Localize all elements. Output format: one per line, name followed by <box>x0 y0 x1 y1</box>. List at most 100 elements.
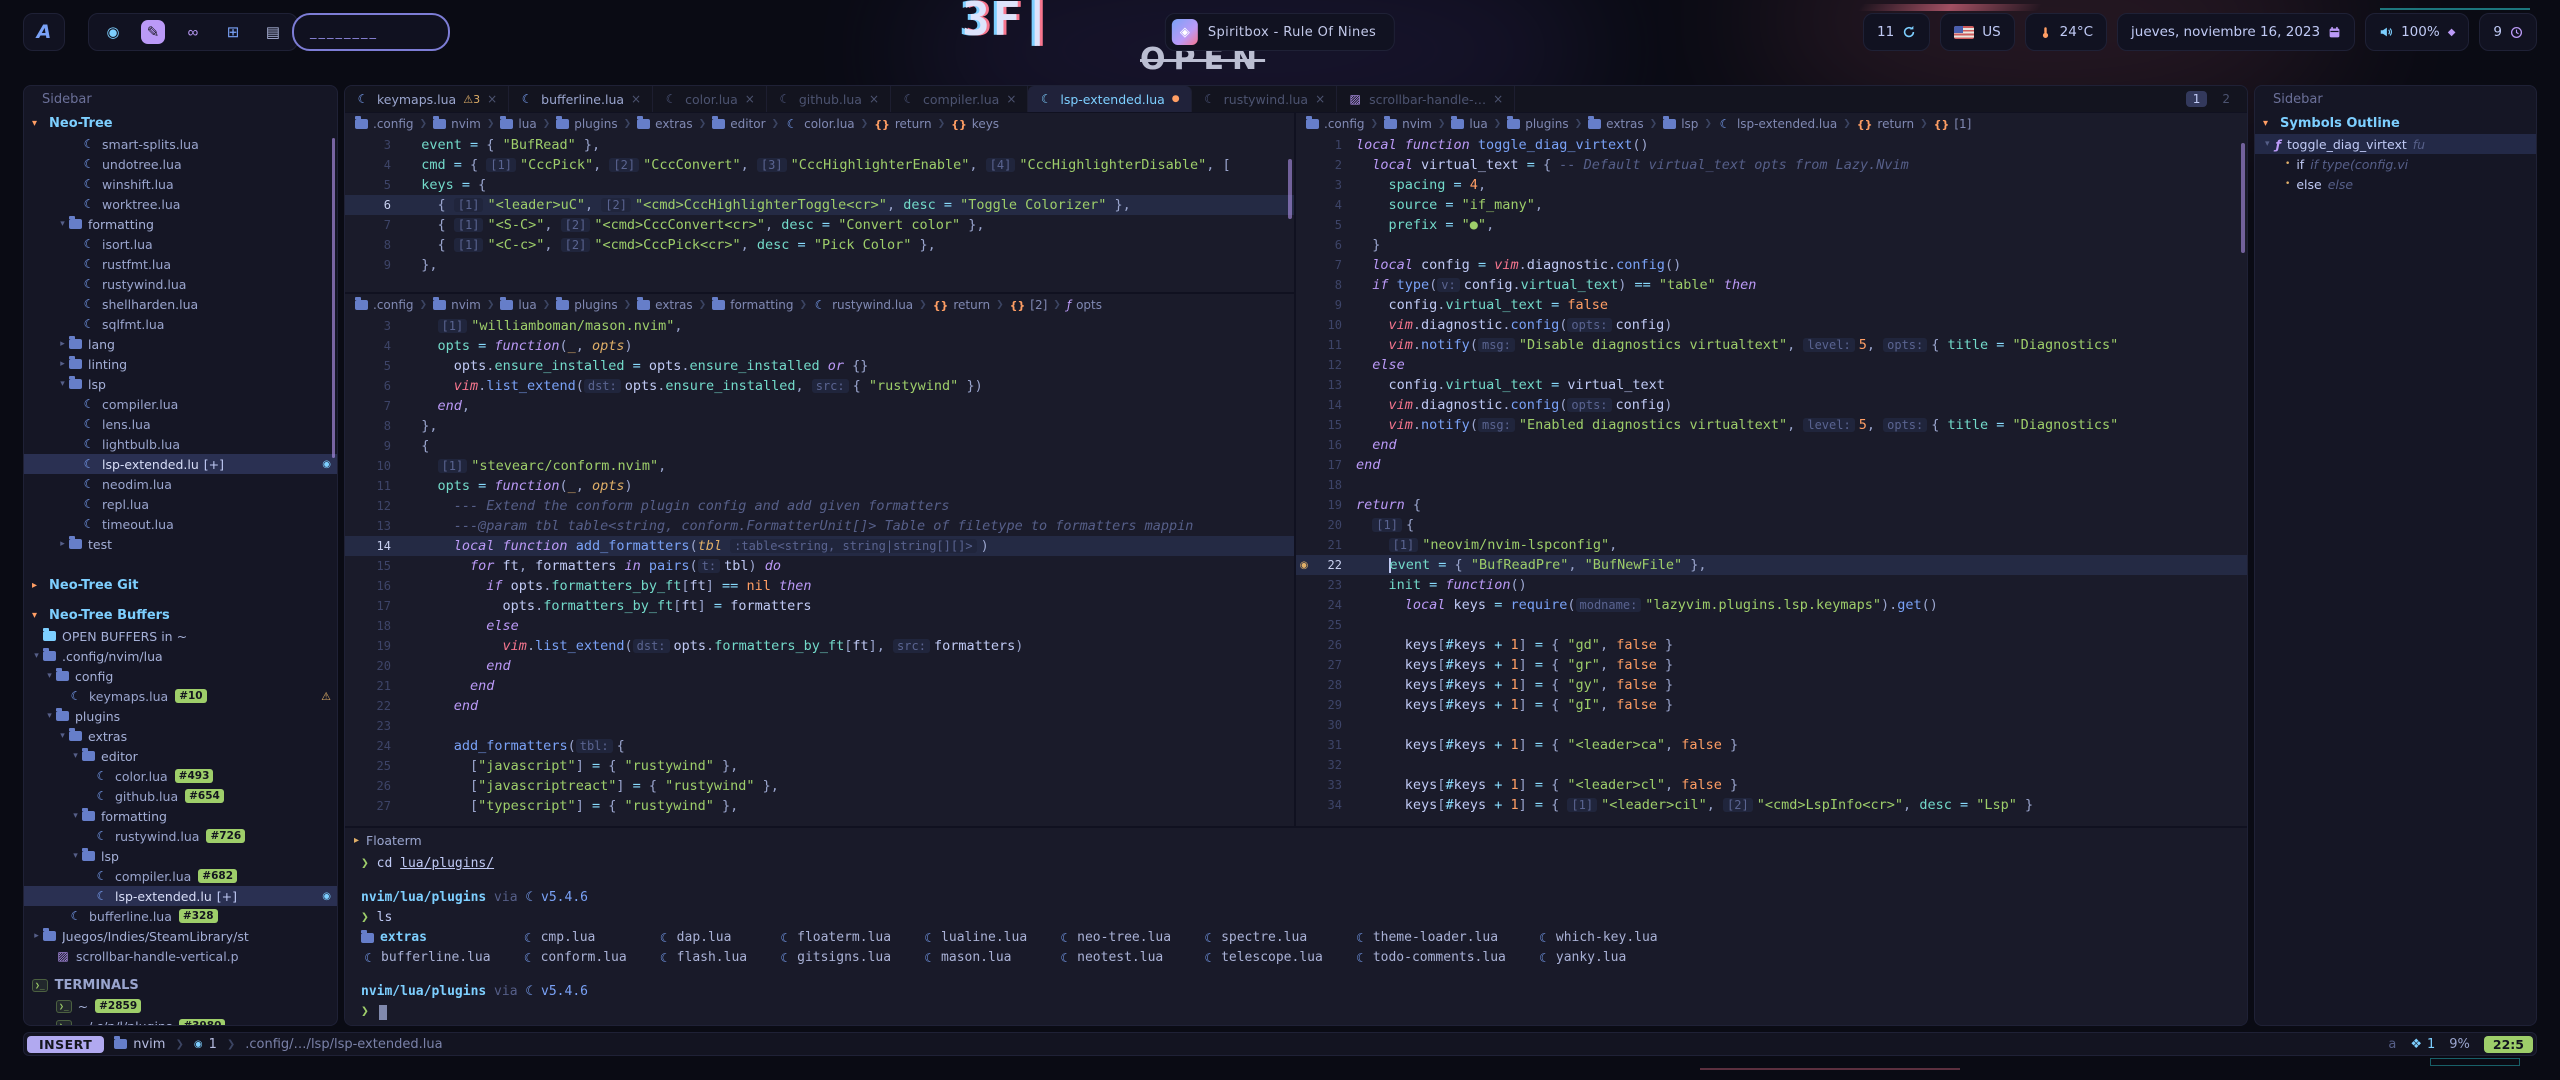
breadcrumb-return[interactable]: {}return <box>933 298 990 312</box>
file-button[interactable]: ▤ <box>261 20 285 44</box>
floaterm-header[interactable]: ▸ Floaterm <box>345 828 2247 852</box>
code-line-25[interactable]: 25 ["javascript"] = { "rustywind" }, <box>345 756 1294 776</box>
symbol-toggle-diag-virtext[interactable]: ▾ƒtoggle_diag_virtextfu <box>2255 134 2536 154</box>
code-line-8[interactable]: 8 if type(v:config.virtual_text) == "tab… <box>1296 275 2247 295</box>
code-line-33[interactable]: 33 keys[#keys + 1] = { "<leader>cl", fal… <box>1296 775 2247 795</box>
close-icon[interactable]: × <box>869 92 879 106</box>
link-button[interactable]: ∞ <box>181 20 205 44</box>
record-button[interactable]: ◉ <box>101 20 125 44</box>
breadcrumb-lua[interactable]: lua <box>1451 117 1487 131</box>
buffer-item-rustywind-lua[interactable]: ☾rustywind.lua#726 <box>24 826 337 846</box>
close-icon[interactable]: × <box>745 92 755 106</box>
launcher-button[interactable]: A <box>23 13 65 51</box>
pane-scrollbar[interactable] <box>1288 159 1292 219</box>
code-line-20[interactable]: 20 [1]{ <box>1296 515 2247 535</box>
breadcrumb-config[interactable]: .config <box>1306 117 1365 131</box>
code-line-4[interactable]: 4 source = "if_many", <box>1296 195 2247 215</box>
neotree-git-section-header[interactable]: ▸ Neo-Tree Git <box>24 574 337 596</box>
tree-item-worktree-lua[interactable]: ☾worktree.lua <box>24 194 337 214</box>
tab-keymaps-lua[interactable]: ☾keymaps.lua⚠3× <box>345 86 509 112</box>
code-line-24[interactable]: 24 add_formatters(tbl:{ <box>345 736 1294 756</box>
code-line-13[interactable]: 13 ---@param tbl table<string, conform.F… <box>345 516 1294 536</box>
tree-item-formatting[interactable]: ▾formatting <box>24 214 337 234</box>
buffer-item-editor[interactable]: ▾editor <box>24 746 337 766</box>
code-line-29[interactable]: 29 keys[#keys + 1] = { "gI", false } <box>1296 695 2247 715</box>
window-segment[interactable]: ◉ 1 <box>194 1037 217 1052</box>
code-line-13[interactable]: 13 config.virtual_text = virtual_text <box>1296 375 2247 395</box>
code-line-11[interactable]: 11 vim.notify(msg:"Disable diagnostics v… <box>1296 335 2247 355</box>
buffer-item-compiler-lua[interactable]: ☾compiler.lua#682 <box>24 866 337 886</box>
tree-item-rustywind-lua[interactable]: ☾rustywind.lua <box>24 274 337 294</box>
code-line-14[interactable]: 14 vim.diagnostic.config(opts:config) <box>1296 395 2247 415</box>
code-line-6[interactable]: 6 vim.list_extend(dst:opts.ensure_instal… <box>345 376 1294 396</box>
breadcrumb-config[interactable]: .config <box>355 117 414 131</box>
breadcrumb-2[interactable]: {}[2] <box>1010 298 1048 312</box>
code-line-21[interactable]: 21 [1]"neovim/nvim-lspconfig", <box>1296 535 2247 555</box>
tree-item-neodim-lua[interactable]: ☾neodim.lua <box>24 474 337 494</box>
tree-item-lang[interactable]: ▸lang <box>24 334 337 354</box>
code-line-8[interactable]: 8 }, <box>345 416 1294 436</box>
terminals-section-header[interactable]: ❯_ TERMINALS <box>24 974 337 996</box>
code-line-17[interactable]: 17end <box>1296 455 2247 475</box>
breadcrumb-plugins[interactable]: plugins <box>1507 117 1568 131</box>
terminal-item-[interactable]: ❯_~#2859 <box>24 996 337 1016</box>
breadcrumb-plugins[interactable]: plugins <box>556 117 617 131</box>
tree-item-isort-lua[interactable]: ☾isort.lua <box>24 234 337 254</box>
code-line-9[interactable]: 9 { <box>345 436 1294 456</box>
timer-badge[interactable]: 9 <box>2479 13 2537 51</box>
breadcrumb-opts[interactable]: ƒopts <box>1067 298 1102 312</box>
tree-item-lightbulb-lua[interactable]: ☾lightbulb.lua <box>24 434 337 454</box>
code-line-3[interactable]: 3 [1]"williamboman/mason.nvim", <box>345 316 1294 336</box>
code-line-10[interactable]: 10 [1]"stevearc/conform.nvim", <box>345 456 1294 476</box>
updates-badge[interactable]: 11 <box>1863 13 1930 51</box>
tree-item-shellharden-lua[interactable]: ☾shellharden.lua <box>24 294 337 314</box>
breadcrumb-editor[interactable]: editor <box>712 117 765 131</box>
code-line-12[interactable]: 12 else <box>1296 355 2247 375</box>
code-line-22[interactable]: ◉22 event = { "BufReadPre", "BufNewFile"… <box>1296 555 2247 575</box>
breadcrumb-extras[interactable]: extras <box>1588 117 1644 131</box>
buffer-item-github-lua[interactable]: ☾github.lua#654 <box>24 786 337 806</box>
code-line-34[interactable]: 34 keys[#keys + 1] = { [1]"<leader>cil",… <box>1296 795 2247 815</box>
buffer-item-plugins[interactable]: ▾plugins <box>24 706 337 726</box>
topbar-input[interactable]: ________ <box>292 13 450 51</box>
tab-color-lua[interactable]: ☾color.lua× <box>653 86 767 112</box>
tabpage-1[interactable]: 1 <box>2186 91 2208 107</box>
terminal-item-c-n-l-plugins[interactable]: ❯_~/.c/n/l/plugins#3980 <box>24 1016 337 1026</box>
symbol-if[interactable]: •ifif type(config.vi <box>2255 154 2536 174</box>
tree-item-smart-splits-lua[interactable]: ☾smart-splits.lua <box>24 134 337 154</box>
breadcrumb-nvim[interactable]: nvim <box>433 117 481 131</box>
pen-button[interactable]: ✎ <box>141 20 165 44</box>
tree-item-lens-lua[interactable]: ☾lens.lua <box>24 414 337 434</box>
breadcrumb-color-lua[interactable]: ☾color.lua <box>785 117 855 131</box>
code-line-26[interactable]: 26 ["javascriptreact"] = { "rustywind" }… <box>345 776 1294 796</box>
volume-badge[interactable]: 100% ◆ <box>2365 13 2469 51</box>
code-line-21[interactable]: 21 end <box>345 676 1294 696</box>
close-icon[interactable]: × <box>1315 92 1325 106</box>
tab-scrollbar-handle[interactable]: ▨scrollbar-handle-…× <box>1337 86 1515 112</box>
tree-item-timeout-lua[interactable]: ☾timeout.lua <box>24 514 337 534</box>
breadcrumb-return[interactable]: {}return <box>1857 117 1914 131</box>
tree-item-sqlfmt-lua[interactable]: ☾sqlfmt.lua <box>24 314 337 334</box>
breadcrumb-lua[interactable]: lua <box>500 117 536 131</box>
breadcrumb-lua[interactable]: lua <box>500 298 536 312</box>
tree-item-linting[interactable]: ▸linting <box>24 354 337 374</box>
breadcrumb-1[interactable]: {}[1] <box>1934 117 1972 131</box>
windows-button[interactable]: ⊞ <box>221 20 245 44</box>
breadcrumb-extras[interactable]: extras <box>637 298 693 312</box>
close-icon[interactable]: × <box>631 92 641 106</box>
code-line-6[interactable]: 6 } <box>1296 235 2247 255</box>
tree-item-winshift-lua[interactable]: ☾winshift.lua <box>24 174 337 194</box>
buffer-item-color-lua[interactable]: ☾color.lua#493 <box>24 766 337 786</box>
code-line-10[interactable]: 10 vim.diagnostic.config(opts:config) <box>1296 315 2247 335</box>
code-line-16[interactable]: 16 if opts.formatters_by_ft[ft] == nil t… <box>345 576 1294 596</box>
code-line-15[interactable]: 15 vim.notify(msg:"Enabled diagnostics v… <box>1296 415 2247 435</box>
buffer-item-extras[interactable]: ▾extras <box>24 726 337 746</box>
code-line-32[interactable]: 32 <box>1296 755 2247 775</box>
breadcrumb-return[interactable]: {}return <box>874 117 931 131</box>
symbol-else[interactable]: •elseelse <box>2255 174 2536 194</box>
buffer-item-open-buffers-in[interactable]: OPEN BUFFERS in ~ <box>24 626 337 646</box>
code-line-20[interactable]: 20 end <box>345 656 1294 676</box>
tree-item-lsp[interactable]: ▾lsp <box>24 374 337 394</box>
buffer-item-formatting[interactable]: ▾formatting <box>24 806 337 826</box>
code-line-5[interactable]: 5 prefix = "●", <box>1296 215 2247 235</box>
